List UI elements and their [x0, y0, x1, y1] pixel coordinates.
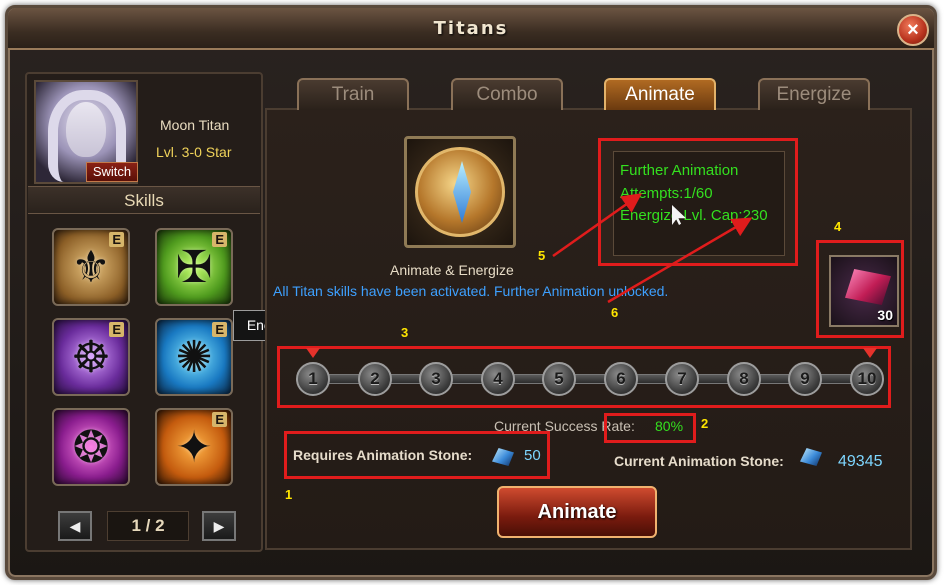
- level-node: 2: [358, 362, 392, 396]
- level-node: 10: [850, 362, 884, 396]
- further-animation-highlight: Further Animation Attempts:1/60 Energize…: [598, 138, 798, 266]
- next-page-button[interactable]: ▶: [202, 511, 236, 541]
- stone-slot-count: 30: [877, 307, 893, 323]
- energize-cap-text: Energize Lvl. Cap:230: [620, 207, 768, 224]
- stone-slot-highlight: 30: [816, 240, 904, 338]
- skill-slot-1[interactable]: ⚜ E: [52, 228, 130, 306]
- tab-combo[interactable]: Combo: [451, 78, 563, 110]
- attempts-text: Attempts:1/60: [620, 184, 713, 202]
- start-marker-icon: [306, 348, 320, 358]
- current-stone-value: 49345: [838, 453, 883, 470]
- annotation-2: 2: [701, 416, 709, 431]
- curse-icon: ❂: [72, 422, 110, 472]
- close-icon: ×: [907, 18, 919, 41]
- skill-badge: E: [212, 322, 227, 337]
- skill-slot-5[interactable]: ❂: [52, 408, 130, 486]
- emblem-label: Animate & Energize: [390, 262, 514, 278]
- end-marker-icon: [863, 348, 877, 358]
- chevron-left-icon: ◀: [69, 518, 81, 534]
- skill-slot-4[interactable]: ✺ E: [155, 318, 233, 396]
- flame-icon: ✦: [175, 422, 213, 472]
- close-button[interactable]: ×: [897, 14, 929, 46]
- skill-slot-3[interactable]: ☸ E: [52, 318, 130, 396]
- wings-icon: ✠: [175, 242, 213, 292]
- animate-panel: [265, 108, 912, 550]
- annotation-1: 1: [285, 487, 293, 502]
- window-title: Titans: [433, 18, 509, 39]
- level-node: 1: [296, 362, 330, 396]
- portrait-face: [66, 102, 106, 157]
- success-rate-value: 80%: [655, 418, 684, 434]
- frost-icon: ✺: [175, 332, 213, 382]
- skill-badge: E: [109, 322, 124, 337]
- skill-badge: E: [212, 412, 227, 427]
- tab-train[interactable]: Train: [297, 78, 409, 110]
- annotation-5: 5: [538, 248, 546, 263]
- animation-stone-slot[interactable]: 30: [829, 255, 899, 327]
- animation-info-text: All Titan skills have been activated. Fu…: [273, 283, 669, 299]
- rune-icon: ⚜: [71, 242, 111, 292]
- further-animation-info: Further Animation Attempts:1/60 Energize…: [613, 151, 785, 256]
- switch-titan-button[interactable]: Switch: [86, 162, 138, 182]
- skill-slot-2[interactable]: ✠ E: [155, 228, 233, 306]
- prev-page-button[interactable]: ◀: [58, 511, 92, 541]
- skill-badge: E: [212, 232, 227, 247]
- annotation-3: 3: [401, 325, 409, 340]
- annotation-4: 4: [834, 219, 842, 234]
- requires-stone-label: Requires Animation Stone:: [293, 447, 473, 463]
- titan-level: Lvl. 3-0 Star: [156, 144, 232, 160]
- level-node: 3: [419, 362, 453, 396]
- titan-name: Moon Titan: [160, 117, 230, 133]
- level-node: 9: [788, 362, 822, 396]
- chevron-right-icon: ▶: [213, 518, 225, 534]
- skills-header: Skills: [28, 186, 260, 214]
- requires-stone-value: 50: [524, 447, 541, 464]
- level-node: 6: [604, 362, 638, 396]
- skill-slot-6[interactable]: ✦ E: [155, 408, 233, 486]
- current-stone-label: Current Animation Stone:: [614, 453, 784, 469]
- tab-energize[interactable]: Energize: [758, 78, 870, 110]
- level-node: 8: [727, 362, 761, 396]
- animate-button[interactable]: Animate: [497, 486, 657, 538]
- level-node: 5: [542, 362, 576, 396]
- skill-badge: E: [109, 232, 124, 247]
- tab-animate[interactable]: Animate: [604, 78, 716, 110]
- skills-pager: ◀ 1 / 2 ▶: [52, 508, 242, 542]
- level-node: 4: [481, 362, 515, 396]
- annotation-6: 6: [611, 305, 619, 320]
- title-bar: Titans: [8, 8, 934, 50]
- page-indicator: 1 / 2: [107, 511, 189, 541]
- level-node: 7: [665, 362, 699, 396]
- animation-progress-highlight: 1 2 3 4 5 6 7 8 9 10: [277, 346, 891, 408]
- further-animation-title: Further Animation: [620, 162, 739, 179]
- animation-stone-icon: [845, 269, 891, 305]
- animate-emblem-icon: [404, 136, 516, 248]
- void-icon: ☸: [71, 332, 111, 382]
